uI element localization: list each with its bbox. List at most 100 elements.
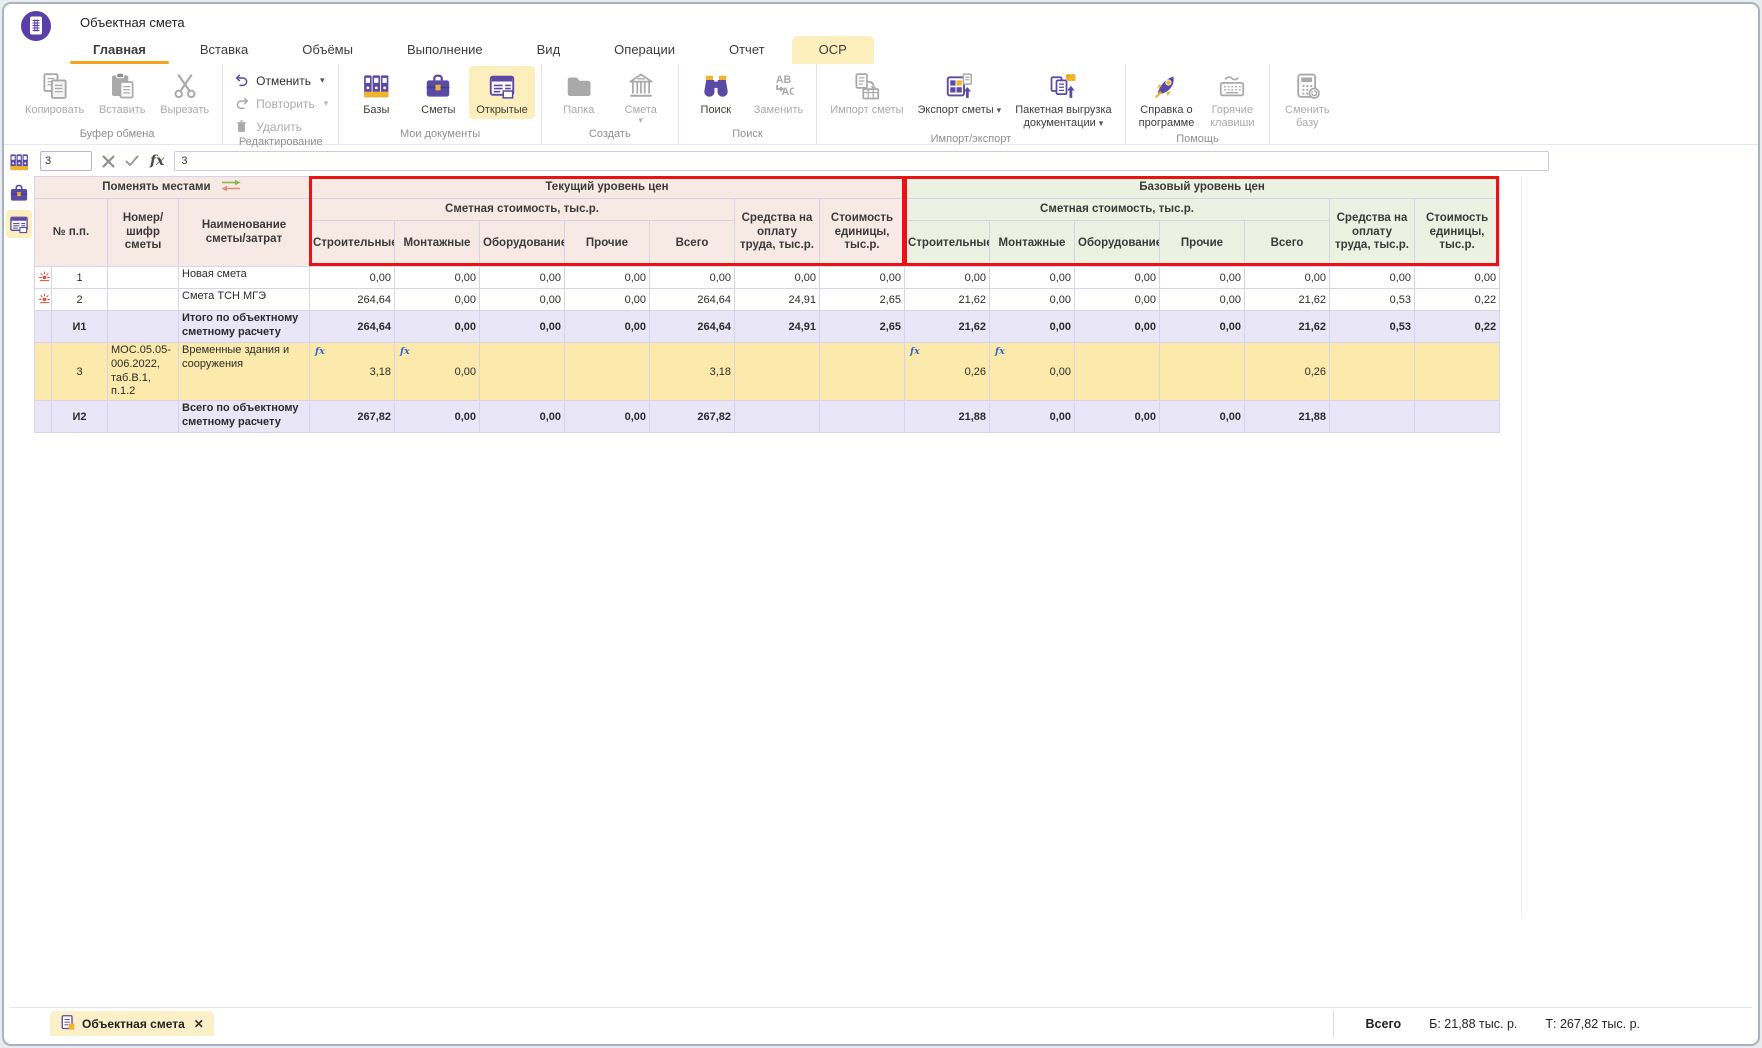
value-cell[interactable]: 0,00 bbox=[310, 267, 395, 289]
value-cell[interactable] bbox=[480, 343, 565, 401]
value-cell[interactable]: 0,00 bbox=[480, 267, 565, 289]
value-cell[interactable]: 0,00 bbox=[1075, 311, 1160, 343]
value-cell[interactable] bbox=[820, 401, 905, 433]
undo-button[interactable]: Отменить▾ bbox=[233, 72, 324, 89]
value-cell[interactable]: 0,00 bbox=[480, 289, 565, 311]
value-cell[interactable] bbox=[565, 343, 650, 401]
value-cell[interactable] bbox=[735, 343, 820, 401]
briefcase-button[interactable]: Сметы bbox=[407, 66, 469, 119]
value-cell[interactable]: 0,00 bbox=[1160, 289, 1245, 311]
ribbon-tab-2[interactable]: Вставка bbox=[173, 36, 275, 64]
value-cell[interactable]: 0,00 bbox=[1330, 267, 1415, 289]
value-cell[interactable]: 0,00 bbox=[1245, 267, 1330, 289]
binoculars-button[interactable]: Поиск bbox=[685, 66, 747, 119]
value-cell[interactable]: 0,26 bbox=[1245, 343, 1330, 401]
value-cell[interactable]: 0,00 bbox=[565, 267, 650, 289]
close-tab-icon[interactable]: ✕ bbox=[194, 1017, 204, 1031]
value-cell[interactable]: 0,00 bbox=[990, 401, 1075, 433]
value-cell[interactable]: 0,00 bbox=[395, 267, 480, 289]
estimate-name-cell[interactable]: Новая смета bbox=[179, 267, 310, 289]
value-cell[interactable]: 21,62 bbox=[1245, 289, 1330, 311]
estimate-name-cell[interactable]: Всего по объектному сметному расчету bbox=[179, 401, 310, 433]
value-cell[interactable]: 264,64 bbox=[650, 311, 735, 343]
ribbon-tab-7[interactable]: Отчет bbox=[702, 36, 792, 64]
value-cell[interactable]: 0,00 bbox=[990, 311, 1075, 343]
estimate-code-cell[interactable] bbox=[108, 311, 179, 343]
document-tab[interactable]: Объектная смета ✕ bbox=[50, 1011, 214, 1036]
value-cell[interactable]: 24,91 bbox=[735, 311, 820, 343]
ribbon-tab-4[interactable]: Выполнение bbox=[380, 36, 510, 64]
row-number-cell[interactable]: 1 bbox=[52, 267, 108, 289]
batch-button[interactable]: Пакетная выгрузка документации▾ bbox=[1008, 66, 1118, 132]
value-cell[interactable]: 0,00 bbox=[650, 267, 735, 289]
formula-input[interactable] bbox=[174, 151, 1549, 171]
value-cell[interactable] bbox=[1160, 343, 1245, 401]
value-cell[interactable]: 3,18 bbox=[650, 343, 735, 401]
row-number-cell[interactable]: 3 bbox=[52, 343, 108, 401]
value-cell[interactable]: 0,53 bbox=[1330, 311, 1415, 343]
value-cell[interactable]: 0,00 bbox=[820, 267, 905, 289]
ribbon-tab-5[interactable]: Вид bbox=[510, 36, 588, 64]
swap-columns-button[interactable]: Поменять местами bbox=[35, 177, 310, 199]
sidebar-item-bases[interactable] bbox=[6, 148, 32, 176]
value-cell[interactable]: 264,64 bbox=[650, 289, 735, 311]
sidebar-item-open-documents[interactable] bbox=[6, 210, 32, 238]
value-cell[interactable]: 0,00 bbox=[395, 401, 480, 433]
cell-reference-input[interactable] bbox=[40, 151, 92, 171]
value-cell[interactable] bbox=[1330, 343, 1415, 401]
value-cell[interactable]: 0,00 bbox=[990, 289, 1075, 311]
value-cell[interactable]: 0,00 bbox=[395, 289, 480, 311]
value-cell[interactable]: 0,00 bbox=[395, 311, 480, 343]
value-cell[interactable]: 21,62 bbox=[905, 289, 990, 311]
value-cell[interactable]: 264,64 bbox=[310, 289, 395, 311]
sidebar-item-estimates[interactable] bbox=[6, 179, 32, 207]
estimate-code-cell[interactable] bbox=[108, 401, 179, 433]
row-number-cell[interactable]: И1 bbox=[52, 311, 108, 343]
estimate-name-cell[interactable]: Итого по объектному сметному расчету bbox=[179, 311, 310, 343]
value-cell[interactable] bbox=[1415, 343, 1500, 401]
value-cell[interactable]: 0,00 bbox=[565, 311, 650, 343]
dropdown-caret-icon[interactable]: ▾ bbox=[997, 105, 1002, 115]
value-cell[interactable]: 267,82 bbox=[650, 401, 735, 433]
value-cell[interactable]: 0,00 bbox=[565, 289, 650, 311]
value-cell[interactable]: 21,88 bbox=[905, 401, 990, 433]
value-cell[interactable]: 0,22 bbox=[1415, 289, 1500, 311]
value-cell[interactable]: 2,65 bbox=[820, 289, 905, 311]
ribbon-tab-6[interactable]: Операции bbox=[587, 36, 702, 64]
confirm-formula-icon[interactable] bbox=[124, 155, 140, 167]
value-cell[interactable]: fx3,18 bbox=[310, 343, 395, 401]
cancel-formula-icon[interactable] bbox=[100, 155, 116, 168]
value-cell[interactable] bbox=[1415, 401, 1500, 433]
value-cell[interactable]: 21,62 bbox=[1245, 311, 1330, 343]
export-button[interactable]: Экспорт сметы▾ bbox=[911, 66, 1009, 119]
value-cell[interactable]: 21,62 bbox=[905, 311, 990, 343]
value-cell[interactable] bbox=[735, 401, 820, 433]
estimate-code-cell[interactable] bbox=[108, 267, 179, 289]
value-cell[interactable]: 0,00 bbox=[565, 401, 650, 433]
value-cell[interactable]: 0,00 bbox=[1415, 267, 1500, 289]
value-cell[interactable]: 0,00 bbox=[1075, 267, 1160, 289]
value-cell[interactable] bbox=[1330, 401, 1415, 433]
value-cell[interactable]: 0,53 bbox=[1330, 289, 1415, 311]
value-cell[interactable]: 0,00 bbox=[1075, 289, 1160, 311]
binders-button[interactable]: Базы bbox=[345, 66, 407, 119]
value-cell[interactable]: 0,00 bbox=[1160, 267, 1245, 289]
value-cell[interactable]: 0,00 bbox=[1075, 401, 1160, 433]
value-cell[interactable]: 0,00 bbox=[990, 267, 1075, 289]
row-number-cell[interactable]: 2 bbox=[52, 289, 108, 311]
row-number-cell[interactable]: И2 bbox=[52, 401, 108, 433]
estimate-name-cell[interactable]: Временные здания и сооружения bbox=[179, 343, 310, 401]
rocket-button[interactable]: Справка о программе bbox=[1132, 66, 1202, 132]
value-cell[interactable]: fx0,00 bbox=[990, 343, 1075, 401]
value-cell[interactable]: 0,00 bbox=[480, 401, 565, 433]
scrollbar-track[interactable] bbox=[1521, 176, 1522, 916]
value-cell[interactable]: fx0,00 bbox=[395, 343, 480, 401]
value-cell[interactable] bbox=[1075, 343, 1160, 401]
ribbon-tab-3[interactable]: Объёмы bbox=[275, 36, 380, 64]
value-cell[interactable]: 0,00 bbox=[1160, 311, 1245, 343]
value-cell[interactable]: 2,65 bbox=[820, 311, 905, 343]
value-cell[interactable]: 0,00 bbox=[1160, 401, 1245, 433]
opendocs-button[interactable]: Открытые bbox=[469, 66, 535, 119]
ribbon-tab-1[interactable]: Главная bbox=[66, 36, 173, 64]
value-cell[interactable]: 0,00 bbox=[735, 267, 820, 289]
